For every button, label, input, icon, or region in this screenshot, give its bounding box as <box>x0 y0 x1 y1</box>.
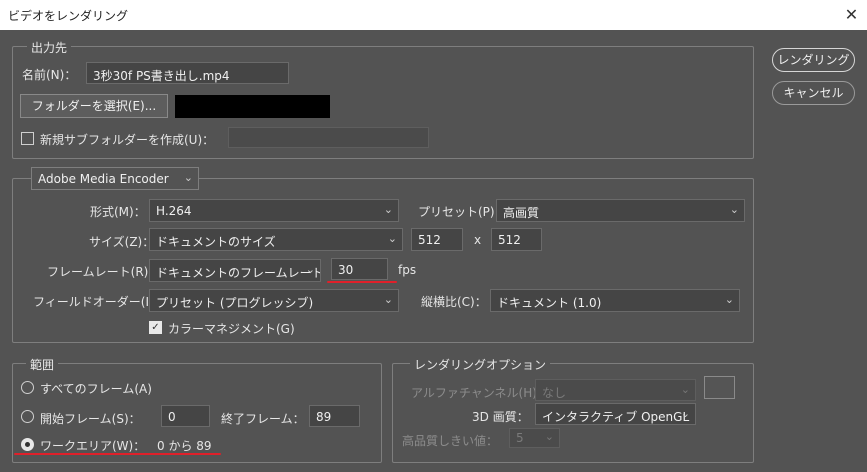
new-subfolder-checkbox[interactable] <box>21 132 34 145</box>
start-frame-label: 開始フレーム(S)： <box>40 412 141 426</box>
format-label: 形式(M)： <box>90 205 146 219</box>
filename-input[interactable]: 3秒30f PS書き出し.mp4 <box>86 62 289 84</box>
title-bar: ビデオをレンダリング ✕ <box>0 0 867 30</box>
work-area-underline <box>14 453 221 455</box>
quality3d-select[interactable]: インタラクティブ OpenGL ⌄ <box>535 403 696 425</box>
name-label: 名前(N)： <box>22 68 77 82</box>
color-management-label: カラーマネジメント(G) <box>168 322 295 336</box>
cancel-button[interactable]: キャンセル <box>772 81 855 105</box>
alpha-select[interactable]: なし ⌄ <box>535 379 696 401</box>
chevron-down-icon: ⌄ <box>680 407 690 420</box>
field-order-label: フィールドオーダー(I)： <box>33 295 166 309</box>
all-frames-radio[interactable] <box>21 381 34 394</box>
start-frame-input[interactable]: 0 <box>161 405 210 427</box>
preset-value: 高画質 <box>503 206 540 220</box>
output-legend: 出力先 <box>27 39 72 56</box>
close-icon[interactable]: ✕ <box>836 0 867 30</box>
chevron-down-icon: ⌄ <box>729 203 739 216</box>
choose-folder-button[interactable]: フォルダーを選択(E)... <box>20 94 168 118</box>
hq-threshold-label: 高品質しきい値： <box>402 434 499 448</box>
quality3d-value: インタラクティブ OpenGL <box>542 410 690 424</box>
quality3d-label: 3D 画質： <box>472 410 529 424</box>
width-input[interactable]: 512 <box>411 228 463 251</box>
preset-label: プリセット(P)： <box>418 205 507 219</box>
fps-underline <box>327 281 397 283</box>
work-area-value: 0 から 89 <box>157 439 212 453</box>
fps-input[interactable]: 30 <box>331 258 388 280</box>
size-separator: x <box>474 233 482 247</box>
chevron-down-icon: ⌄ <box>383 203 393 216</box>
chevron-down-icon: ⌄ <box>724 293 734 306</box>
encoder-engine-select[interactable]: Adobe Media Encoder ⌄ <box>31 167 199 190</box>
format-value: H.264 <box>156 204 192 218</box>
framerate-label: フレームレート(R)： <box>47 265 161 279</box>
height-input[interactable]: 512 <box>491 228 542 251</box>
format-select[interactable]: H.264 ⌄ <box>149 199 399 222</box>
chevron-down-icon: ⌄ <box>305 263 315 276</box>
aspect-select[interactable]: ドキュメント (1.0) ⌄ <box>490 289 740 312</box>
aspect-value: ドキュメント (1.0) <box>497 296 602 310</box>
size-label: サイズ(Z)： <box>89 235 155 249</box>
aspect-label: 縦横比(C)： <box>421 295 487 309</box>
work-area-label: ワークエリア(W)： <box>40 439 146 453</box>
folder-path-display <box>175 95 330 118</box>
alpha-value: なし <box>542 386 567 400</box>
work-area-radio[interactable] <box>21 438 34 451</box>
new-subfolder-label: 新規サブフォルダーを作成(U)： <box>40 133 215 147</box>
chevron-down-icon: ⌄ <box>387 232 397 245</box>
encoder-engine-value: Adobe Media Encoder <box>38 172 169 186</box>
preset-select[interactable]: 高画質 ⌄ <box>496 199 745 222</box>
color-management-checkbox[interactable]: ✓ <box>149 321 162 334</box>
fps-unit: fps <box>398 263 417 277</box>
size-value: ドキュメントのサイズ <box>156 235 276 249</box>
render-button[interactable]: レンダリング <box>772 48 855 72</box>
chevron-down-icon: ⌄ <box>544 430 554 443</box>
chevron-down-icon: ⌄ <box>680 383 690 396</box>
framerate-value: ドキュメントのフレームレート <box>156 266 321 280</box>
field-order-select[interactable]: プリセット (プログレッシブ) ⌄ <box>149 289 399 312</box>
all-frames-label: すべてのフレーム(A) <box>40 382 152 396</box>
end-frame-input[interactable]: 89 <box>309 405 360 427</box>
hq-threshold-select[interactable]: 5 ⌄ <box>509 428 560 448</box>
chevron-down-icon: ⌄ <box>383 293 393 306</box>
range-legend: 範囲 <box>26 356 59 373</box>
alpha-color-swatch[interactable] <box>704 376 735 399</box>
size-select[interactable]: ドキュメントのサイズ ⌄ <box>149 228 403 251</box>
field-order-value: プリセット (プログレッシブ) <box>156 296 314 310</box>
window-title: ビデオをレンダリング <box>8 9 129 23</box>
framerate-select[interactable]: ドキュメントのフレームレート ⌄ <box>149 259 321 282</box>
chevron-down-icon: ⌄ <box>183 171 193 184</box>
alpha-label: アルファチャンネル(H)： <box>411 386 549 400</box>
start-frame-radio[interactable] <box>21 410 34 423</box>
end-frame-label: 終了フレーム： <box>221 412 305 426</box>
subfolder-input[interactable] <box>228 127 429 148</box>
hq-threshold-value: 5 <box>516 431 524 445</box>
render-options-legend: レンダリングオプション <box>410 356 551 373</box>
